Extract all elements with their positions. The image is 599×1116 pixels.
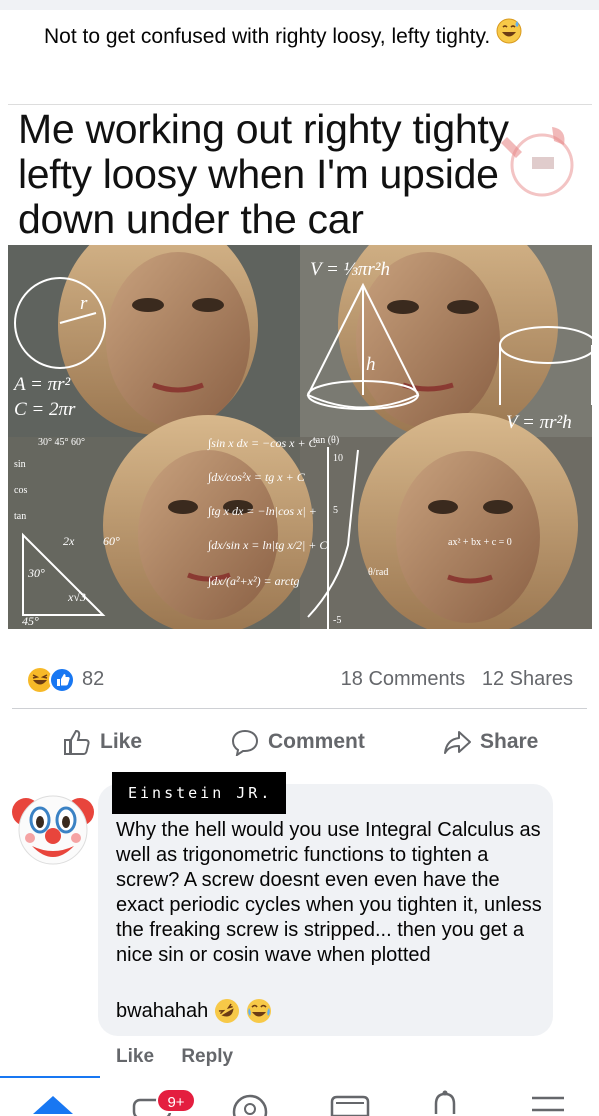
comment-tail-text: bwahahah <box>116 999 209 1022</box>
shares-count[interactable]: 12 Shares <box>482 668 573 690</box>
joy-emoji-icon <box>247 999 272 1023</box>
menu-icon[interactable] <box>528 1094 568 1114</box>
comment-like-link[interactable]: Like <box>116 1046 154 1067</box>
graph-tick-5: 5 <box>333 505 338 516</box>
like-button[interactable]: Like <box>62 728 142 756</box>
trig-cos: cos <box>14 485 27 496</box>
stats-divider <box>12 708 587 709</box>
formula-integral-3: ∫tg x dx = −ln|cos x| + <box>207 504 317 518</box>
home-icon[interactable] <box>30 1092 76 1116</box>
math-lady-collage: V = ⅓πr²h A = πr² C = 2πr V = πr²h h r 3… <box>8 210 597 637</box>
comments-shares: 18 Comments 12 Shares <box>341 668 573 691</box>
rofl-emoji-icon <box>215 999 240 1023</box>
triangle-label-30: 30° <box>27 566 45 580</box>
reactions-bar: 82 18 Comments 12 Shares <box>0 660 599 700</box>
bottom-nav <box>0 1078 599 1116</box>
graph-theta-rad: θ/rad <box>368 567 388 578</box>
formula-quadratic: ax² + bx + c = 0 <box>448 537 512 548</box>
commenter-avatar[interactable] <box>10 784 96 868</box>
formula-integral-4: ∫dx/sin x = ln|tg x/2| + C <box>207 538 328 552</box>
formula-volume-cone: V = ⅓πr²h <box>310 259 390 280</box>
triangle-label-45: 45° <box>22 614 39 628</box>
trig-sin: sin <box>14 459 26 470</box>
post-actions: Like Comment Share <box>0 720 599 764</box>
meme-image[interactable]: Me working out righty tighty lefty loosy… <box>8 104 597 637</box>
post-caption: Not to get confused with righty loosy, l… <box>44 18 564 57</box>
speech-bubble-icon <box>231 729 259 756</box>
triangle-label-60: 60° <box>103 534 120 548</box>
comment-text: Why the hell would you use Integral Calc… <box>116 819 542 966</box>
share-label: Share <box>480 730 539 753</box>
post-caption-text: Not to get confused with righty loosy, l… <box>44 25 491 49</box>
graph-tick-10: 10 <box>333 453 343 464</box>
graph-tick-neg5: -5 <box>333 615 341 626</box>
formula-integral-2: ∫dx/cos²x = tg x + C <box>207 470 306 484</box>
formula-area: A = πr² <box>12 374 70 395</box>
video-notification-badge: 9+ <box>156 1088 196 1113</box>
formula-circumference: C = 2πr <box>14 399 76 420</box>
formula-integral-5: ∫dx/(a²+x²) = arctg <box>207 574 300 588</box>
comment-label: Comment <box>268 730 365 753</box>
comment-tail: bwahahah <box>116 998 272 1024</box>
label-h: h <box>366 354 376 375</box>
comment-reply-link[interactable]: Reply <box>181 1046 233 1067</box>
triangle-label-2x: 2x <box>63 534 75 548</box>
sweat-smile-emoji-icon <box>496 18 522 57</box>
reaction-count[interactable]: 82 <box>82 668 104 691</box>
share-arrow-icon <box>444 731 471 754</box>
label-r: r <box>80 293 88 314</box>
trig-tan: tan <box>14 511 26 522</box>
bell-icon[interactable] <box>428 1090 462 1114</box>
trig-angles-header: 30° 45° 60° <box>38 437 85 448</box>
formula-integral-1: ∫sin x dx = −cos x + C <box>207 436 318 450</box>
top-strip <box>0 0 599 10</box>
haha-like-reactions-icon[interactable] <box>26 666 80 700</box>
profile-icon[interactable] <box>230 1092 270 1116</box>
comments-count[interactable]: 18 Comments <box>341 668 466 690</box>
graph-tan-theta: tan (θ) <box>313 435 339 446</box>
wrench-logo-icon <box>492 117 582 212</box>
triangle-label-xv3: x√3 <box>67 590 86 604</box>
clown-face-icon <box>12 795 94 865</box>
thumbs-up-icon <box>64 729 90 755</box>
comment-author[interactable]: Einstein JR. <box>112 772 286 814</box>
share-button[interactable]: Share <box>442 728 538 756</box>
comment-meta: Like Reply <box>116 1046 255 1068</box>
like-label: Like <box>100 730 143 753</box>
meme-grid: V = ⅓πr²h A = πr² C = 2πr V = πr²h h r 3… <box>8 210 597 637</box>
comment-button[interactable]: Comment <box>230 728 365 756</box>
formula-volume-cylinder: V = πr²h <box>506 412 572 433</box>
